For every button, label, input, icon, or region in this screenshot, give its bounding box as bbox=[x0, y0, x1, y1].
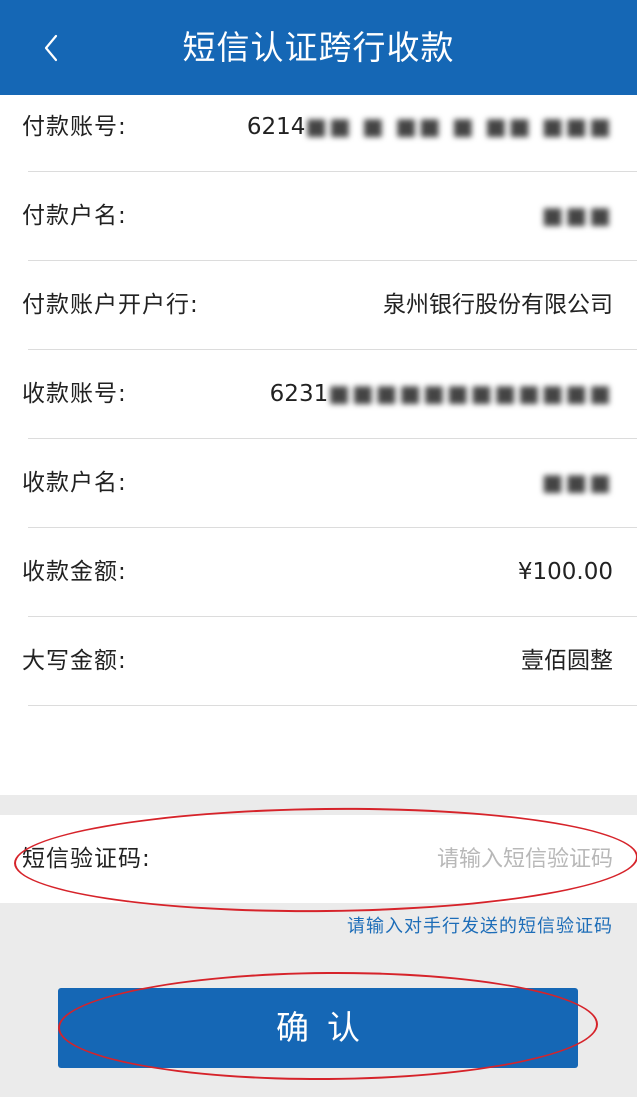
detail-row-amount-in-words: 大写金额: 壹佰圆整 bbox=[0, 617, 637, 705]
divider bbox=[28, 705, 637, 706]
payee-account-value: 6231■■■■■■■■■■■■ bbox=[270, 350, 613, 438]
payer-account-value: 6214■■ ■ ■■ ■ ■■ ■■■ bbox=[247, 83, 613, 171]
masked-text: ■■ ■ ■■ ■ ■■ ■■■ bbox=[305, 114, 613, 140]
header-bar: 短信认证跨行收款 bbox=[0, 0, 637, 95]
payer-bank-value: 泉州银行股份有限公司 bbox=[383, 292, 613, 318]
amount-in-words-label: 大写金额: bbox=[22, 648, 127, 674]
payee-name-label: 收款户名: bbox=[22, 470, 127, 496]
amount-in-words-value: 壹佰圆整 bbox=[521, 648, 613, 674]
page-title: 短信认证跨行收款 bbox=[182, 28, 455, 67]
payer-name-value: ■■■ bbox=[542, 172, 613, 260]
payee-account-label: 收款账号: bbox=[22, 381, 127, 407]
confirm-button[interactable]: 确认 bbox=[58, 988, 578, 1068]
detail-row-payee-name: 收款户名: ■■■ bbox=[0, 439, 637, 527]
amount-value: ¥100.00 bbox=[517, 559, 613, 585]
payer-name-label: 付款户名: bbox=[22, 203, 127, 229]
payee-name-value: ■■■ bbox=[542, 439, 613, 527]
sms-code-input[interactable] bbox=[333, 837, 613, 881]
section-separator bbox=[0, 795, 637, 815]
payee-account-prefix: 6231 bbox=[269, 381, 329, 407]
detail-row-payer-bank: 付款账户开户行: 泉州银行股份有限公司 bbox=[0, 261, 637, 349]
detail-row-payee-account: 收款账号: 6231■■■■■■■■■■■■ bbox=[0, 350, 637, 438]
detail-row-amount: 收款金额: ¥100.00 bbox=[0, 528, 637, 616]
payer-account-label: 付款账号: bbox=[22, 114, 127, 140]
sms-code-label: 短信验证码: bbox=[22, 846, 151, 872]
masked-text: ■■■ bbox=[541, 203, 613, 229]
amount-label: 收款金额: bbox=[22, 559, 127, 585]
sms-hint-text: 请输入对手行发送的短信验证码 bbox=[347, 916, 613, 937]
detail-row-payer-name: 付款户名: ■■■ bbox=[0, 172, 637, 260]
sms-code-row: 短信验证码: bbox=[0, 815, 637, 903]
payer-bank-label: 付款账户开户行: bbox=[22, 292, 199, 318]
masked-text: ■■■ bbox=[541, 470, 613, 496]
masked-text: ■■■■■■■■■■■■ bbox=[328, 381, 613, 407]
payer-account-prefix: 6214 bbox=[246, 114, 306, 140]
detail-row-payer-account: 付款账号: 6214■■ ■ ■■ ■ ■■ ■■■ bbox=[0, 83, 637, 171]
